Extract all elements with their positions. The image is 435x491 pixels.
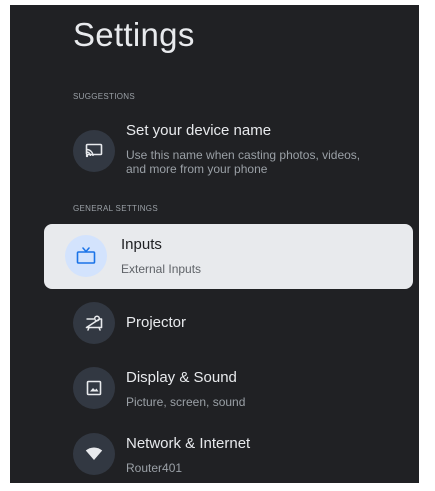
suggestion-subtitle-line1: Use this name when casting photos, video… bbox=[126, 148, 361, 162]
settings-item-projector-title: Projector bbox=[126, 314, 187, 331]
settings-item-display-sound-subtitle: Picture, screen, sound bbox=[126, 395, 246, 409]
page-title: Settings bbox=[73, 16, 195, 53]
settings-item-display-sound-title: Display & Sound bbox=[126, 369, 237, 386]
settings-item-network-title: Network & Internet bbox=[126, 435, 251, 452]
projector-icon bbox=[73, 302, 115, 344]
section-label-suggestions: SUGGESTIONS bbox=[73, 92, 135, 101]
wifi-icon bbox=[73, 433, 115, 475]
settings-item-inputs[interactable]: Inputs External Inputs bbox=[44, 224, 413, 289]
settings-item-projector[interactable]: Projector bbox=[44, 301, 413, 345]
settings-panel: Settings SUGGESTIONS Set your device nam… bbox=[10, 5, 419, 483]
image-icon bbox=[73, 367, 115, 409]
settings-item-network[interactable]: Network & Internet Router401 bbox=[44, 428, 413, 480]
section-label-general: GENERAL SETTINGS bbox=[73, 204, 158, 213]
settings-item-display-sound[interactable]: Display & Sound Picture, screen, sound bbox=[44, 362, 413, 412]
suggestion-device-name[interactable]: Set your device name Use this name when … bbox=[44, 117, 413, 183]
suggestion-title: Set your device name bbox=[126, 122, 272, 139]
settings-item-inputs-title: Inputs bbox=[121, 236, 162, 253]
cast-icon bbox=[73, 130, 115, 172]
settings-item-inputs-subtitle: External Inputs bbox=[121, 262, 202, 276]
settings-item-network-subtitle: Router401 bbox=[126, 461, 183, 475]
suggestion-subtitle-line2: and more from your phone bbox=[126, 162, 268, 176]
tv-icon bbox=[65, 235, 107, 277]
